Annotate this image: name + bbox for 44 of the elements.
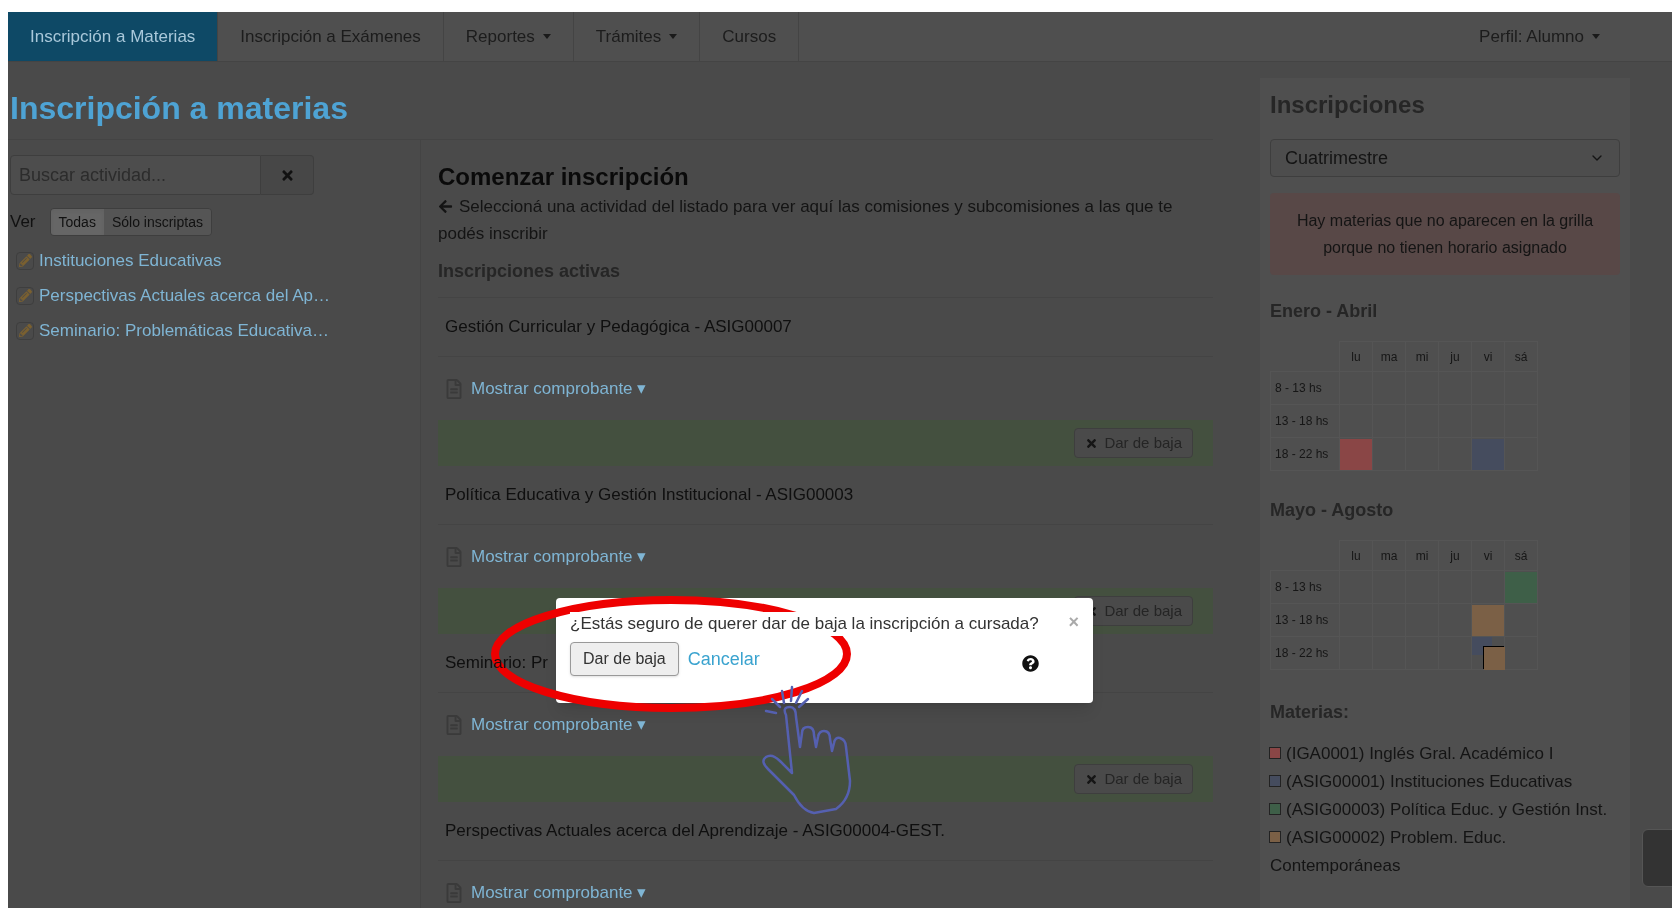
day-header: vi [1483,349,1493,364]
activity-link[interactable]: Seminario: Problemáticas Educativa… [39,317,330,344]
pencil-icon [16,251,34,270]
enrollment-title: Perspectivas Actuales acerca del Aprendizaje - ASIG00004-GEST. [445,820,945,843]
day-header: ju [1450,349,1460,364]
filter-label: Ver [10,211,36,234]
day-header: ju [1450,548,1460,563]
confirm-button[interactable]: Dar de baja [570,642,679,676]
close-icon [1085,436,1099,450]
side-tab[interactable] [1642,829,1672,887]
caret-icon [669,34,678,39]
day-header: sá [1514,349,1528,364]
period-select[interactable]: Cuatrimestre [1270,139,1620,177]
day-header: sá [1514,548,1528,563]
alert-message: Hay materias que no aparecen en la grilla porque no tienen horario asignado [1295,211,1595,258]
day-header: ma [1380,548,1398,563]
activity-link[interactable]: Perspectivas Actuales acerca del Ap… [39,282,331,309]
enrollment-title: Política Educativa y Gestión Institucional - ASIG00003 [445,484,854,507]
pencil-icon [16,286,34,305]
legend-item: (ASIG00003) Política Educ. y Gestión Inst. [1270,796,1620,824]
section-title: Comenzar inscripción [438,162,690,192]
nav-tab[interactable]: Inscripción a Materias [8,12,219,61]
day-header: ma [1380,349,1398,364]
arrow-left-icon [438,199,453,214]
receipt-link[interactable]: Mostrar comprobante ▾ [471,711,647,738]
receipt-link[interactable]: Mostrar comprobante ▾ [471,879,647,906]
receipt-link[interactable]: Mostrar comprobante ▾ [471,543,647,570]
cancel-link[interactable]: Cancelar [687,645,760,673]
page-title: Inscripción a materias [9,89,349,128]
help-icon [1022,654,1039,672]
clear-search-button[interactable] [261,155,314,195]
activity-link[interactable]: Instituciones Educativas [39,247,222,274]
pencil-icon [16,321,34,340]
close-icon [1085,772,1099,786]
dialog-message: ¿Estás seguro de querer dar de baja la inscripción a cursada? [570,612,1039,636]
caret-icon [1592,34,1600,39]
legend-item: (ASIG00001) Instituciones Educativas [1270,768,1620,796]
filter-toggle[interactable]: Todas [50,209,104,235]
receipt-link[interactable]: Mostrar comprobante ▾ [471,375,647,402]
day-header: vi [1483,548,1493,563]
caret-icon [542,34,551,39]
filter-toggle[interactable]: Sólo inscriptas [103,209,211,235]
legend-item: (ASIG00002) Problem. Educ. Contemporáneas [1270,827,1508,877]
enrollment-title: Gestión Curricular y Pedagógica - ASIG00007 [445,316,792,339]
